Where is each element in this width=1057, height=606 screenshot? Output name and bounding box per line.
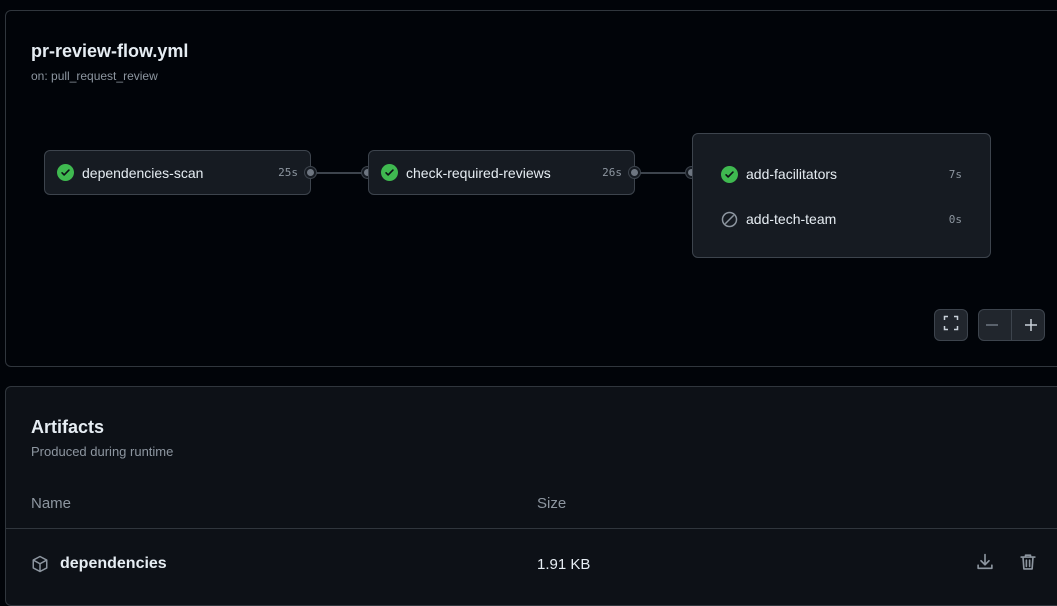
- job-add-facilitators[interactable]: add-facilitators 7s: [721, 162, 962, 186]
- artifacts-panel: Artifacts Produced during runtime Name S…: [5, 386, 1057, 606]
- package-icon: [31, 555, 49, 578]
- job-duration: 7s: [948, 167, 962, 181]
- job-duration: 25s: [278, 166, 298, 179]
- connector-dot: [629, 167, 640, 178]
- artifacts-subtitle: Produced during runtime: [31, 444, 174, 459]
- job-name: dependencies-scan: [82, 164, 204, 181]
- artifact-size: 1.91 KB: [537, 556, 591, 573]
- zoom-controls: [978, 309, 1045, 341]
- skipped-icon: [721, 211, 738, 228]
- success-check-icon: [721, 165, 738, 183]
- minus-icon: [986, 324, 999, 326]
- download-button[interactable]: [975, 552, 995, 572]
- plus-icon: [1024, 319, 1037, 331]
- job-dependencies-scan[interactable]: dependencies-scan 25s: [44, 150, 311, 195]
- workflow-trigger: on: pull_request_review: [31, 69, 158, 83]
- success-check-icon: [57, 164, 74, 181]
- job-group: add-facilitators 7s add-tech-team 0s: [692, 133, 991, 258]
- job-duration: 26s: [602, 166, 622, 179]
- download-icon: [977, 553, 993, 570]
- artifact-name-link[interactable]: dependencies: [60, 555, 167, 573]
- success-check-icon: [381, 164, 398, 181]
- zoom-in-button[interactable]: [1023, 317, 1039, 333]
- workflow-title: pr-review-flow.yml: [31, 41, 189, 61]
- job-connector: [316, 172, 368, 174]
- delete-button[interactable]: [1018, 552, 1038, 572]
- job-name: add-facilitators: [746, 166, 838, 182]
- trash-icon: [1020, 554, 1036, 570]
- fullscreen-icon: [943, 315, 959, 336]
- job-name: check-required-reviews: [406, 164, 551, 181]
- job-name: add-tech-team: [746, 211, 837, 227]
- job-duration: 0s: [948, 212, 962, 226]
- column-header-size: Size: [537, 495, 567, 512]
- workflow-graph-panel: pr-review-flow.yml on: pull_request_revi…: [5, 10, 1057, 367]
- artifacts-title: Artifacts: [31, 417, 105, 437]
- zoom-divider: [1010, 310, 1012, 340]
- column-header-name: Name: [31, 495, 72, 512]
- table-row: dependencies 1.91 KB: [6, 529, 1057, 601]
- zoom-out-button[interactable]: [984, 317, 1000, 333]
- connector-dot: [305, 167, 316, 178]
- job-connector: [640, 172, 692, 174]
- job-add-tech-team[interactable]: add-tech-team 0s: [721, 207, 962, 231]
- job-check-required-reviews[interactable]: check-required-reviews 26s: [368, 150, 635, 195]
- fullscreen-button[interactable]: [934, 309, 968, 341]
